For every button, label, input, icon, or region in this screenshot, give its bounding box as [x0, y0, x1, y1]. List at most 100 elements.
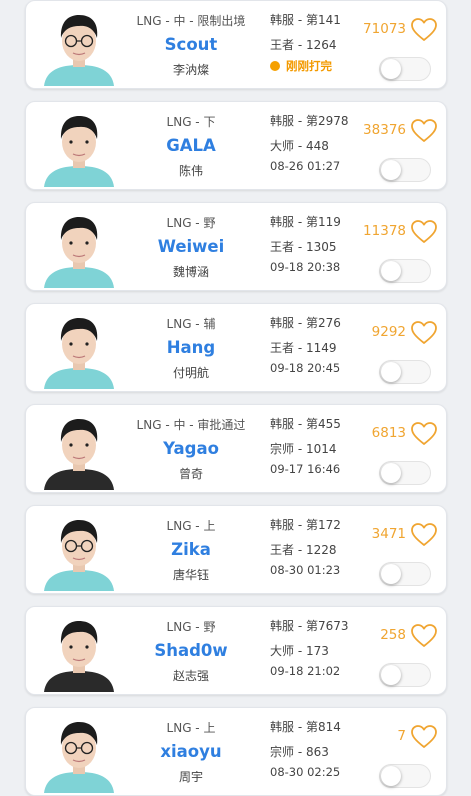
tier-points: 王者 - 1264 — [270, 38, 337, 52]
player-avatar — [40, 412, 118, 490]
like-count: 3471 — [371, 526, 406, 542]
player-card[interactable]: LNG - 野 Weiwei 魏博涵 韩服 - 第119 王者 - 1305 09-18 … — [25, 202, 447, 291]
last-played-status: 08-26 01:27 — [270, 159, 380, 173]
player-id-link[interactable]: Yagao — [126, 439, 256, 458]
player-real-name: 赵志强 — [172, 669, 209, 683]
tier-points: 王者 - 1149 — [270, 341, 337, 355]
toggle-knob — [381, 766, 401, 786]
toggle-knob — [381, 261, 401, 281]
player-card[interactable]: LNG - 中 - 审批通过 Yagao 曾奇 韩服 - 第455 宗师 - 1014 0… — [25, 404, 447, 493]
status-text: 09-18 20:45 — [270, 361, 341, 375]
player-id-link[interactable]: Zika — [126, 540, 256, 559]
tier-points: 宗师 - 863 — [270, 745, 329, 759]
like-count: 38376 — [363, 122, 406, 138]
toggle-knob — [381, 564, 401, 584]
player-avatar — [40, 210, 118, 288]
notify-toggle[interactable] — [379, 562, 431, 586]
player-card[interactable]: LNG - 上 Zika 唐华钰 韩服 - 第172 王者 - 1228 08-30 01… — [25, 505, 447, 594]
toggle-knob — [381, 362, 401, 382]
team-role-line: LNG - 上 — [166, 519, 216, 533]
heart-icon[interactable] — [410, 724, 438, 750]
status-text: 09-18 20:38 — [270, 260, 341, 274]
notify-toggle[interactable] — [379, 764, 431, 788]
status-text: 08-30 02:25 — [270, 765, 341, 779]
player-real-name: 曾奇 — [178, 467, 203, 481]
player-id-link[interactable]: Scout — [126, 35, 256, 54]
player-avatar — [40, 8, 118, 86]
player-avatar — [40, 109, 118, 187]
heart-icon[interactable] — [410, 17, 438, 43]
heart-icon[interactable] — [410, 421, 438, 447]
last-played-status: 09-18 20:45 — [270, 361, 380, 375]
last-played-status: 09-17 16:46 — [270, 462, 380, 476]
team-role-line: LNG - 下 — [166, 115, 216, 129]
heart-icon[interactable] — [410, 623, 438, 649]
like-count: 6813 — [371, 425, 406, 441]
toggle-knob — [381, 463, 401, 483]
player-id-link[interactable]: GALA — [126, 136, 256, 155]
player-real-name: 陈伟 — [178, 164, 203, 178]
player-id-link[interactable]: Hang — [126, 338, 256, 357]
notify-toggle[interactable] — [379, 259, 431, 283]
last-played-status: 08-30 02:25 — [270, 765, 380, 779]
notify-toggle[interactable] — [379, 663, 431, 687]
team-role-line: LNG - 辅 — [166, 317, 216, 331]
player-real-name: 魏博涵 — [172, 265, 209, 279]
tier-points: 大师 - 448 — [270, 139, 329, 153]
like-count: 258 — [380, 627, 406, 643]
like-count: 11378 — [363, 223, 406, 239]
player-card[interactable]: LNG - 中 - 限制出境 Scout 李汭燦 韩服 - 第141 王者 - 1264… — [25, 0, 447, 89]
player-real-name: 周宇 — [178, 770, 203, 784]
notify-toggle[interactable] — [379, 158, 431, 182]
player-card[interactable]: LNG - 辅 Hang 付明航 韩服 - 第276 王者 - 1149 09-18 20… — [25, 303, 447, 392]
team-role-line: LNG - 野 — [166, 620, 216, 634]
team-role-line: LNG - 野 — [166, 216, 216, 230]
status-text: 09-18 21:02 — [270, 664, 341, 678]
player-avatar — [40, 513, 118, 591]
player-card[interactable]: LNG - 野 Shad0w 赵志强 韩服 - 第7673 大师 - 173 09-18 … — [25, 606, 447, 695]
player-real-name: 李汭燦 — [172, 63, 209, 77]
player-avatar — [40, 614, 118, 692]
server-rank: 韩服 - 第455 — [270, 417, 341, 431]
like-count: 7 — [397, 728, 406, 744]
status-text: 09-17 16:46 — [270, 462, 341, 476]
like-count: 9292 — [371, 324, 406, 340]
player-avatar — [40, 715, 118, 793]
player-real-name: 付明航 — [172, 366, 209, 380]
team-role-line: LNG - 上 — [166, 721, 216, 735]
player-id-link[interactable]: Weiwei — [126, 237, 256, 256]
player-id-link[interactable]: xiaoyu — [126, 742, 256, 761]
tier-points: 大师 - 173 — [270, 644, 329, 658]
tier-points: 宗师 - 1014 — [270, 442, 337, 456]
toggle-knob — [381, 59, 401, 79]
heart-icon[interactable] — [410, 320, 438, 346]
live-dot-icon — [270, 61, 280, 71]
toggle-knob — [381, 665, 401, 685]
player-id-link[interactable]: Shad0w — [126, 641, 256, 660]
notify-toggle[interactable] — [379, 57, 431, 81]
player-avatar — [40, 311, 118, 389]
last-played-status: 刚刚打完 — [270, 58, 396, 74]
heart-icon[interactable] — [410, 522, 438, 548]
team-role-line: LNG - 中 - 审批通过 — [136, 418, 246, 432]
server-rank: 韩服 - 第276 — [270, 316, 341, 330]
notify-toggle[interactable] — [379, 360, 431, 384]
toggle-knob — [381, 160, 401, 180]
player-card[interactable]: LNG - 上 xiaoyu 周宇 韩服 - 第814 宗师 - 863 08-30 02… — [25, 707, 447, 796]
like-count: 71073 — [363, 21, 406, 37]
notify-toggle[interactable] — [379, 461, 431, 485]
player-card[interactable]: LNG - 下 GALA 陈伟 韩服 - 第2978 大师 - 448 08-26 01:… — [25, 101, 447, 190]
server-rank: 韩服 - 第814 — [270, 720, 341, 734]
last-played-status: 09-18 20:38 — [270, 260, 380, 274]
heart-icon[interactable] — [410, 219, 438, 245]
tier-points: 王者 - 1228 — [270, 543, 337, 557]
last-played-status: 08-30 01:23 — [270, 563, 380, 577]
tier-points: 王者 - 1305 — [270, 240, 337, 254]
status-text: 08-30 01:23 — [270, 563, 341, 577]
team-role-line: LNG - 中 - 限制出境 — [136, 14, 246, 28]
player-real-name: 唐华钰 — [172, 568, 209, 582]
server-rank: 韩服 - 第7673 — [270, 619, 349, 633]
heart-icon[interactable] — [410, 118, 438, 144]
status-text: 刚刚打完 — [286, 59, 332, 73]
status-text: 08-26 01:27 — [270, 159, 341, 173]
